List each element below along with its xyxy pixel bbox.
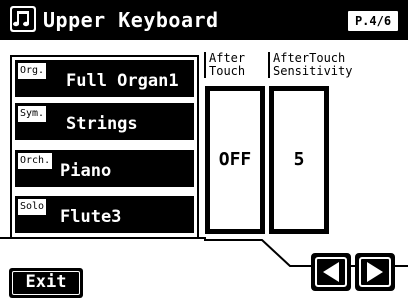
page-indicator: P.4/6 — [347, 10, 399, 32]
after-touch-label: After Touch — [204, 52, 245, 78]
part-name: Full Organ1 — [66, 71, 179, 91]
sensitivity-button[interactable]: 5 — [269, 86, 329, 234]
part-tag: Orch. — [18, 153, 53, 169]
part-row-symphonic[interactable]: Sym. Strings — [15, 103, 194, 140]
part-name: Strings — [66, 114, 138, 134]
part-name: Piano — [60, 161, 112, 181]
sensitivity-value: 5 — [293, 149, 305, 170]
arrow-right-icon — [367, 262, 383, 282]
after-touch-button[interactable]: OFF — [205, 86, 265, 234]
part-tag: Org. — [18, 63, 47, 79]
next-page-button[interactable] — [355, 253, 395, 291]
part-row-solo[interactable]: Solo Flute3 — [15, 196, 194, 233]
title-bar: Upper Keyboard P.4/6 — [0, 0, 408, 40]
exit-label: Exit — [25, 272, 67, 292]
after-touch-button-face: OFF — [209, 90, 261, 230]
arrow-left-icon — [323, 262, 339, 282]
upper-keyboard-screen: Upper Keyboard P.4/6 Org. Full Organ1 Sy… — [0, 0, 408, 305]
exit-button[interactable]: Exit — [9, 268, 83, 298]
music-note-icon — [10, 6, 36, 32]
sensitivity-button-face: 5 — [273, 90, 325, 230]
after-touch-value: OFF — [218, 149, 252, 170]
sensitivity-label-line2: Sensitivity — [273, 64, 353, 78]
part-name: Flute3 — [60, 207, 122, 227]
sensitivity-label: AfterTouch Sensitivity — [268, 52, 352, 78]
part-tag: Solo — [18, 199, 47, 215]
prev-page-button[interactable] — [311, 253, 351, 291]
after-touch-label-line2: Touch — [209, 64, 246, 78]
page-title: Upper Keyboard — [43, 8, 219, 32]
part-row-organ[interactable]: Org. Full Organ1 — [15, 60, 194, 97]
part-row-orchestral[interactable]: Orch. Piano — [15, 150, 194, 187]
part-list: Org. Full Organ1 Sym. Strings Orch. Pian… — [10, 55, 199, 239]
part-tag: Sym. — [18, 106, 47, 122]
